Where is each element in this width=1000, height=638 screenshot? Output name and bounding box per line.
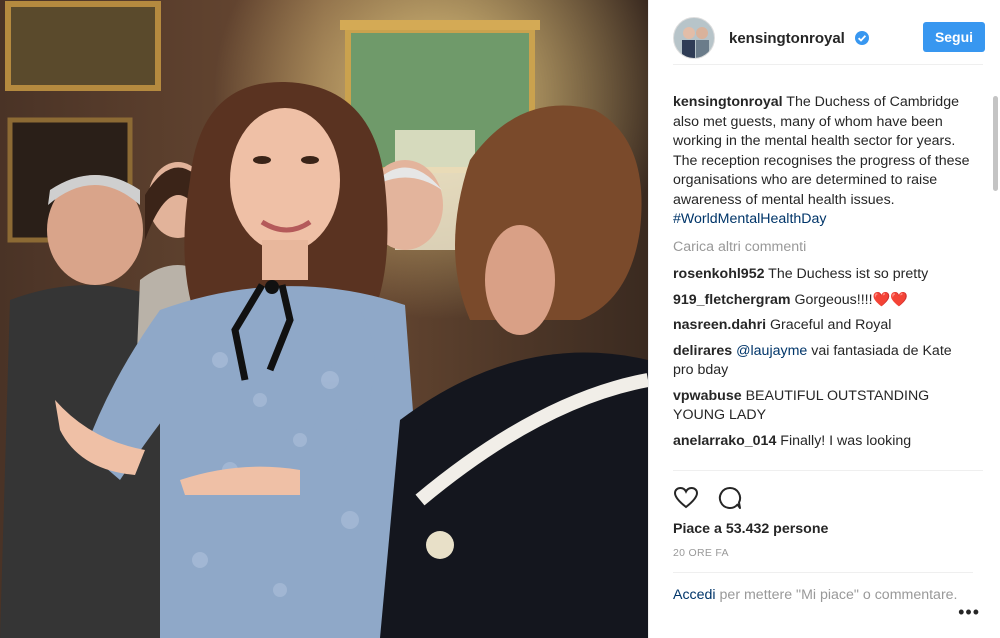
follow-button[interactable]: Segui bbox=[923, 22, 985, 52]
login-prompt: Accedi per mettere "Mi piace" o commenta… bbox=[673, 572, 973, 605]
post-actions: Piace a 53.432 persone 20 ORE FA bbox=[673, 470, 983, 561]
comments-list: kensingtonroyal The Duchess of Cambridge… bbox=[673, 93, 973, 469]
comment-item: nasreen.dahri Graceful and Royal bbox=[673, 316, 973, 336]
load-more-comments-link[interactable]: Carica altri commenti bbox=[673, 238, 973, 258]
caption: kensingtonroyal The Duchess of Cambridge… bbox=[673, 93, 973, 230]
comment-username[interactable]: anelarrako_014 bbox=[673, 433, 776, 449]
comment-item: 919_fletchergram Gorgeous!!!!❤️❤️ bbox=[673, 291, 973, 311]
post-header: kensingtonroyal Segui bbox=[673, 14, 985, 65]
comment-item: delirares @laujayme vai fantasiada de Ka… bbox=[673, 342, 973, 381]
comment-username[interactable]: vpwabuse bbox=[673, 388, 742, 404]
username[interactable]: kensingtonroyal bbox=[729, 30, 845, 47]
avatar-image bbox=[674, 18, 714, 58]
comment-item: anelarrako_014 Finally! I was looking bbox=[673, 432, 973, 452]
comment-username[interactable]: 919_fletchergram bbox=[673, 292, 791, 308]
comment-username[interactable]: nasreen.dahri bbox=[673, 317, 766, 333]
comment-username[interactable]: delirares bbox=[673, 343, 732, 359]
comment-item: vpwabuse BEAUTIFUL OUTSTANDING YOUNG LAD… bbox=[673, 387, 973, 426]
post-timestamp: 20 ORE FA bbox=[673, 547, 729, 559]
instagram-post: kensingtonroyal Segui kensingtonroyal Th… bbox=[0, 0, 1000, 638]
comment-mention[interactable]: @laujayme bbox=[736, 343, 807, 359]
comment-item: rosenkohl952 The Duchess ist so pretty bbox=[673, 265, 973, 285]
comment-text: Graceful and Royal bbox=[770, 317, 892, 333]
caption-hashtag[interactable]: #WorldMentalHealthDay bbox=[673, 211, 827, 227]
post-side-panel: kensingtonroyal Segui kensingtonroyal Th… bbox=[648, 0, 1000, 638]
avatar[interactable] bbox=[673, 17, 715, 59]
heart-icon[interactable] bbox=[673, 485, 699, 511]
likes-count[interactable]: Piace a 53.432 persone bbox=[673, 521, 828, 537]
comment-icon[interactable] bbox=[717, 485, 743, 511]
comment-text: Finally! I was looking bbox=[780, 432, 912, 449]
login-text: per mettere "Mi piace" o commentare. bbox=[719, 587, 958, 603]
comment-text: Gorgeous!!!!❤️❤️ bbox=[794, 291, 908, 308]
comments-scrollbar[interactable] bbox=[993, 96, 998, 191]
caption-text: The Duchess of Cambridge also met guests… bbox=[673, 94, 970, 208]
comment-text: The Duchess ist so pretty bbox=[768, 266, 929, 282]
more-options-button[interactable]: ••• bbox=[958, 602, 980, 623]
post-photo[interactable] bbox=[0, 0, 648, 638]
verified-badge-icon bbox=[855, 31, 869, 45]
photo-illustration bbox=[0, 0, 648, 638]
comment-username[interactable]: rosenkohl952 bbox=[673, 266, 764, 282]
caption-username[interactable]: kensingtonroyal bbox=[673, 94, 783, 110]
login-link[interactable]: Accedi bbox=[673, 587, 716, 603]
